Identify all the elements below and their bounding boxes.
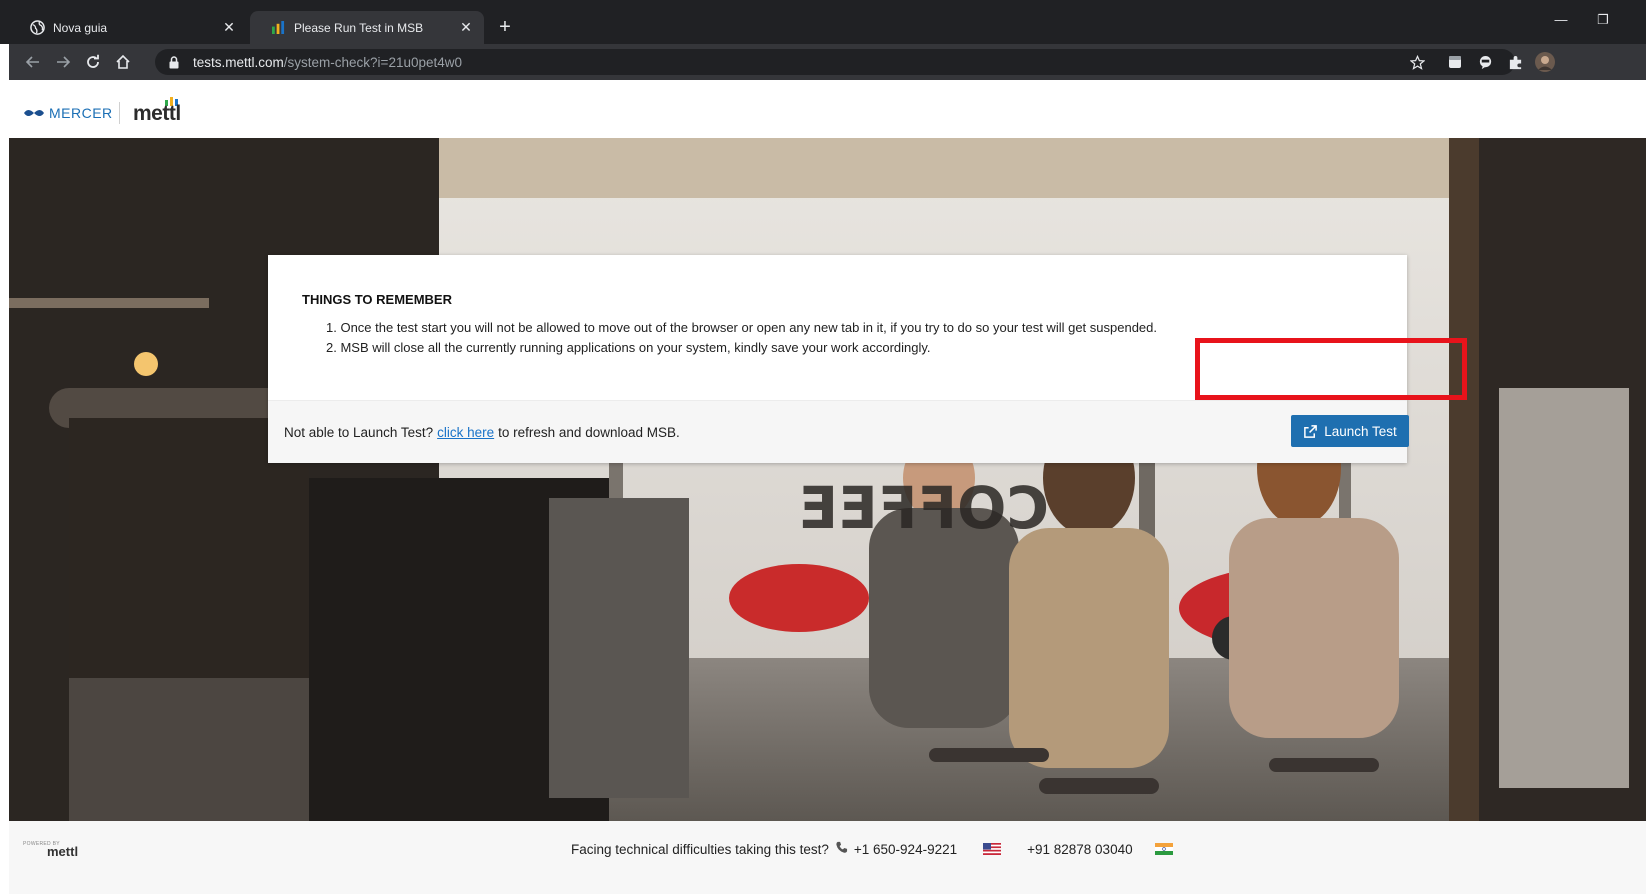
browser-tab-bar: Nova guia ✕ Please Run Test in MSB ✕ + —… xyxy=(0,0,1646,44)
mercer-logo: MERCER xyxy=(23,105,113,121)
logo-divider xyxy=(119,102,120,124)
url-path: /system-check?i=21u0pet4w0 xyxy=(283,54,463,70)
launch-test-button[interactable]: Launch Test xyxy=(1291,415,1409,447)
extension-chat-icon[interactable] xyxy=(1475,52,1495,72)
mettl-logo: mettl xyxy=(127,96,189,131)
url-host: tests.mettl.com xyxy=(193,54,284,70)
footer-prefix-text: Not able to Launch Test? xyxy=(284,424,434,440)
bookmark-star-icon[interactable] xyxy=(1407,52,1427,72)
tab-please-run-test[interactable]: Please Run Test in MSB ✕ xyxy=(250,11,484,44)
browser-toolbar: tests.mettl.com/system-check?i=21u0pet4w… xyxy=(9,44,1646,80)
back-arrow-icon[interactable] xyxy=(21,50,45,74)
powered-mettl-wordmark: mettl xyxy=(47,844,79,859)
click-here-link[interactable]: click here xyxy=(437,425,494,440)
tab-title: Nova guia xyxy=(53,20,108,35)
mettl-favicon-icon xyxy=(270,20,286,36)
highlight-annotation xyxy=(1195,338,1467,400)
new-tab-button[interactable]: + xyxy=(492,14,518,40)
list-item: 1. Once the test start you will not be a… xyxy=(326,320,1158,335)
card-title: THINGS TO REMEMBER xyxy=(302,292,452,307)
card-footer: Not able to Launch Test? click here to r… xyxy=(268,400,1407,463)
cafe-background-illustration: COFFEE xyxy=(9,138,1646,821)
forward-arrow-icon[interactable] xyxy=(51,50,75,74)
phone-us: +1 650-924-9221 xyxy=(853,841,958,857)
lock-icon xyxy=(169,55,183,69)
minimize-icon[interactable]: — xyxy=(1546,12,1576,27)
hero-cafe-photo: COFFEE THINGS TO REMEMBER 1. Once the te… xyxy=(9,138,1646,821)
mercer-wordmark: MERCER xyxy=(49,105,113,121)
close-icon[interactable]: ✕ xyxy=(456,18,476,38)
site-header: MERCER mettl xyxy=(9,80,1646,138)
page: MERCER mettl COFFEE THINGS TO REMEMBER 1… xyxy=(9,80,1646,894)
address-bar[interactable]: tests.mettl.com/system-check?i=21u0pet4w… xyxy=(155,49,1515,75)
tab-title: Please Run Test in MSB xyxy=(294,20,424,35)
help-text: Facing technical difficulties taking thi… xyxy=(571,841,829,857)
support-contact: Facing technical difficulties taking thi… xyxy=(571,841,1173,857)
mercer-mark-icon xyxy=(24,110,44,116)
phone-icon xyxy=(835,841,848,857)
home-icon[interactable] xyxy=(111,50,135,74)
reload-icon[interactable] xyxy=(81,50,105,74)
tab-nova-guia[interactable]: Nova guia ✕ xyxy=(9,11,247,44)
profile-avatar-icon[interactable] xyxy=(1535,52,1555,72)
powered-by-mettl: POWERED BY mettl xyxy=(23,841,78,859)
close-icon[interactable]: ✕ xyxy=(219,18,239,38)
site-footer: POWERED BY mettl Facing technical diffic… xyxy=(9,821,1646,894)
extension-square-icon[interactable] xyxy=(1445,52,1465,72)
footer-suffix-text: to refresh and download MSB. xyxy=(498,424,680,440)
external-link-icon xyxy=(1304,424,1318,438)
us-flag-icon xyxy=(983,843,1002,855)
globe-icon xyxy=(29,20,45,36)
puzzle-icon[interactable] xyxy=(1505,52,1525,72)
launch-test-label: Launch Test xyxy=(1324,423,1397,439)
window-lettering: COFFEE xyxy=(799,474,1049,542)
restore-icon[interactable]: ❐ xyxy=(1588,12,1618,28)
mettl-wordmark: mettl xyxy=(133,102,181,125)
phone-in: +91 82878 03040 xyxy=(1027,841,1133,857)
india-flag-icon xyxy=(1154,843,1173,855)
